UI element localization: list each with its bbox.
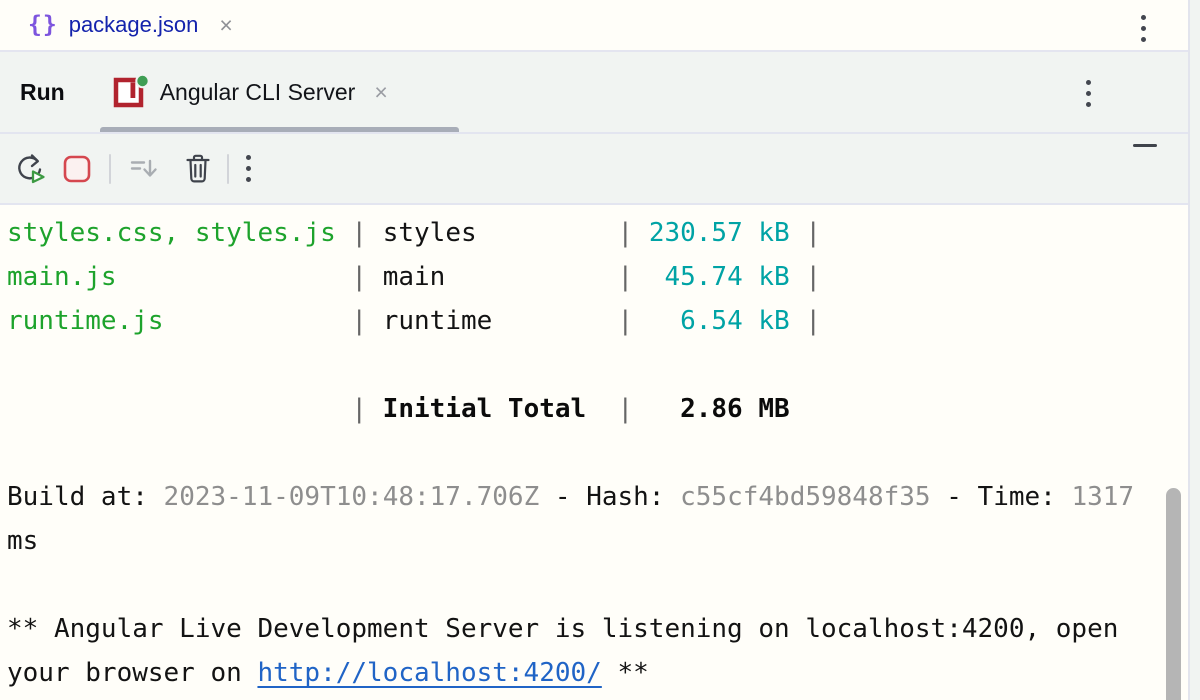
console-segment: runtime.js (7, 306, 164, 336)
editor-gutter-strip (1188, 0, 1200, 700)
console-segment: | (351, 394, 367, 424)
rerun-button[interactable] (12, 151, 48, 187)
scroll-to-end-button[interactable] (127, 154, 161, 184)
console-segment (164, 306, 352, 336)
console-segment: | (618, 306, 634, 336)
console-segment: c55cf4bd59848f35 (680, 482, 930, 512)
console-segment: runtime (367, 306, 617, 336)
console-line (7, 431, 1200, 475)
console-segment: styles.css, styles.js (7, 218, 336, 248)
console-segment: 230.57 kB (649, 218, 790, 248)
console-line: main.js | main | 45.74 kB | (7, 255, 1200, 299)
console-segment (633, 262, 649, 292)
console-segment (7, 394, 351, 424)
console-segment: main.js (7, 262, 117, 292)
console-segment (790, 262, 806, 292)
console-line: Build at: 2023-11-09T10:48:17.706Z - Has… (7, 475, 1200, 519)
stop-icon (62, 154, 92, 184)
npm-run-config-icon (111, 73, 151, 111)
console-segment (117, 262, 352, 292)
console-link[interactable]: http://localhost:4200/ (257, 658, 601, 688)
console-line: ** Angular Live Development Server is li… (7, 607, 1200, 651)
running-indicator-dot (136, 75, 148, 87)
console-segment: 2.86 MB (633, 394, 790, 424)
console-output: styles.css, styles.js | styles | 230.57 … (0, 205, 1200, 700)
run-tab-angular-cli-server[interactable]: Angular CLI Server × (111, 73, 388, 111)
console-segment: | (805, 218, 821, 248)
console-line (7, 343, 1200, 387)
console-segment (336, 218, 352, 248)
more-actions-button[interactable] (246, 155, 251, 182)
run-toolbar (0, 134, 1200, 205)
console-segment: | (805, 306, 821, 336)
toolwindow-title[interactable]: Run (20, 79, 65, 106)
console-line: styles.css, styles.js | styles | 230.57 … (7, 211, 1200, 255)
console-segment: - Hash: (539, 482, 680, 512)
console-segment: your browser on (7, 658, 257, 688)
run-tab-label: Angular CLI Server (160, 79, 356, 106)
scrollbar-thumb[interactable] (1166, 488, 1181, 700)
console-segment (633, 218, 649, 248)
console-segment: | (617, 394, 633, 424)
console-segment: ** (602, 658, 649, 688)
json-file-icon: {} (28, 12, 58, 38)
editor-tab-bar: {} package.json × (0, 0, 1200, 52)
console-segment: | (351, 262, 367, 292)
console-line: your browser on http://localhost:4200/ *… (7, 651, 1200, 695)
scroll-to-end-icon (127, 154, 161, 184)
minimize-icon[interactable] (1133, 144, 1157, 147)
console-segment: 6.54 kB (649, 306, 790, 336)
close-icon[interactable]: × (374, 81, 387, 104)
kebab-menu-icon[interactable] (1141, 15, 1146, 42)
console-segment (633, 306, 649, 336)
close-icon[interactable]: × (219, 14, 232, 37)
clear-console-button[interactable] (181, 152, 215, 186)
rerun-icon (12, 151, 48, 187)
stop-button[interactable] (62, 154, 92, 184)
console-line: runtime.js | runtime | 6.54 kB | (7, 299, 1200, 343)
toolbar-divider (109, 154, 111, 184)
console-segment: | (805, 262, 821, 292)
editor-tab-package-json[interactable]: {} package.json × (28, 12, 233, 38)
console-segment: | (618, 218, 634, 248)
console-line: | Initial Total | 2.86 MB (7, 387, 1200, 431)
console-line: ms (7, 519, 1200, 563)
console-segment: ms (7, 526, 38, 556)
console-segment: 1317 (1071, 482, 1134, 512)
console-segment: 2023-11-09T10:48:17.706Z (164, 482, 540, 512)
console-segment (790, 218, 806, 248)
console-segment: ** Angular Live Development Server is li… (7, 614, 1118, 644)
kebab-menu-icon[interactable] (1086, 80, 1091, 107)
console-line (7, 563, 1200, 607)
console-segment (790, 306, 806, 336)
console-segment: main (367, 262, 617, 292)
console-segment: Initial Total (367, 394, 617, 424)
toolbar-divider (227, 154, 229, 184)
console-segment: 45.74 kB (649, 262, 790, 292)
trash-icon (181, 152, 215, 186)
active-tab-indicator (100, 127, 459, 132)
console-segment: | (351, 306, 367, 336)
console-segment: | (618, 262, 634, 292)
console-segment: - Time: (931, 482, 1072, 512)
console-segment: styles (367, 218, 617, 248)
ide-window: {} package.json × Run Angular CLI Server… (0, 0, 1200, 700)
run-toolwindow-header: Run Angular CLI Server × (0, 52, 1200, 134)
console-segment: Build at: (7, 482, 164, 512)
console-segment: | (351, 218, 367, 248)
editor-tab-label: package.json (69, 12, 199, 38)
